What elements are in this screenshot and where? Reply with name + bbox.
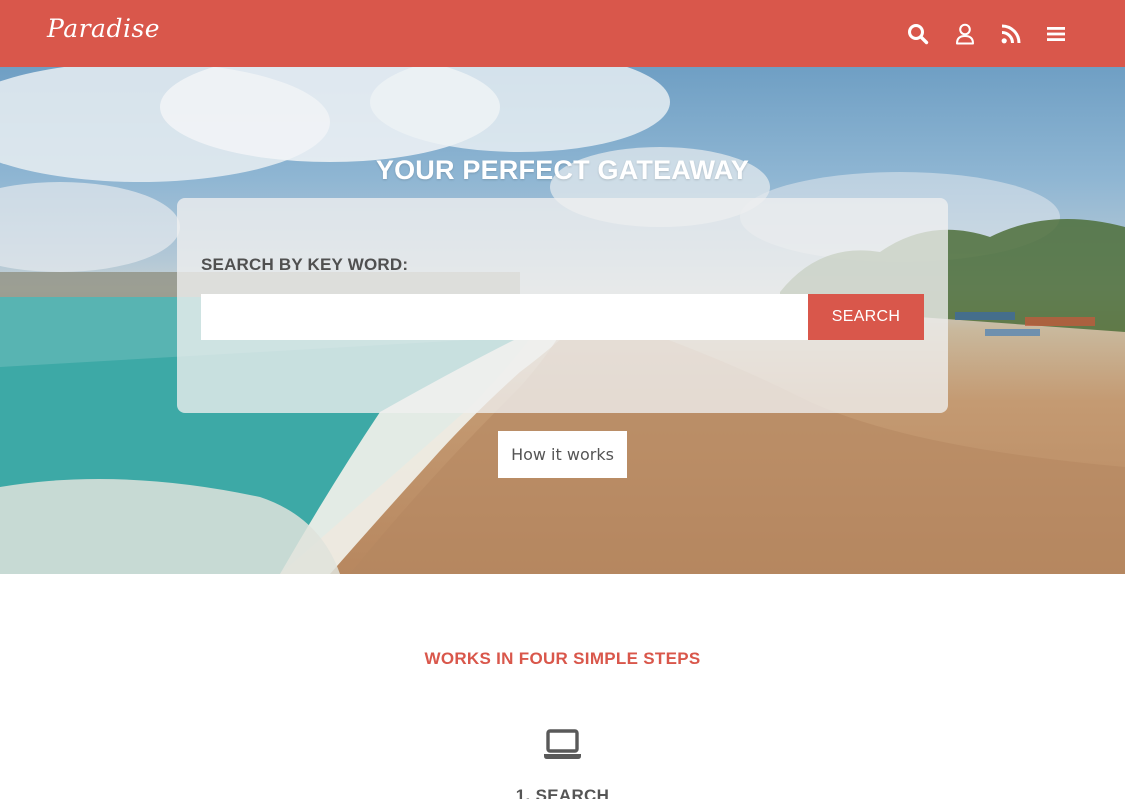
menu-icon[interactable] — [1044, 22, 1068, 46]
site-logo[interactable]: Paradise — [47, 14, 160, 43]
step-1-label: 1. SEARCH — [515, 786, 610, 799]
hero-title: YOUR PERFECT GATEAWAY — [375, 155, 750, 185]
search-label: SEARCH BY KEY WORD: — [201, 255, 409, 274]
steps-title: WORKS IN FOUR SIMPLE STEPS — [424, 649, 701, 668]
top-navbar: Paradise — [0, 0, 1125, 67]
rss-icon[interactable] — [999, 22, 1023, 46]
how-it-works-button[interactable]: How it works — [498, 431, 627, 478]
keyword-search-input[interactable] — [201, 294, 809, 340]
user-icon[interactable] — [953, 22, 977, 46]
search-panel: SEARCH BY KEY WORD: SEARCH — [177, 198, 948, 413]
search-icon[interactable] — [906, 22, 930, 46]
hero-banner: YOUR PERFECT GATEAWAY SEARCH BY KEY WORD… — [0, 67, 1125, 574]
search-button[interactable]: SEARCH — [808, 294, 924, 340]
laptop-icon — [543, 729, 582, 761]
